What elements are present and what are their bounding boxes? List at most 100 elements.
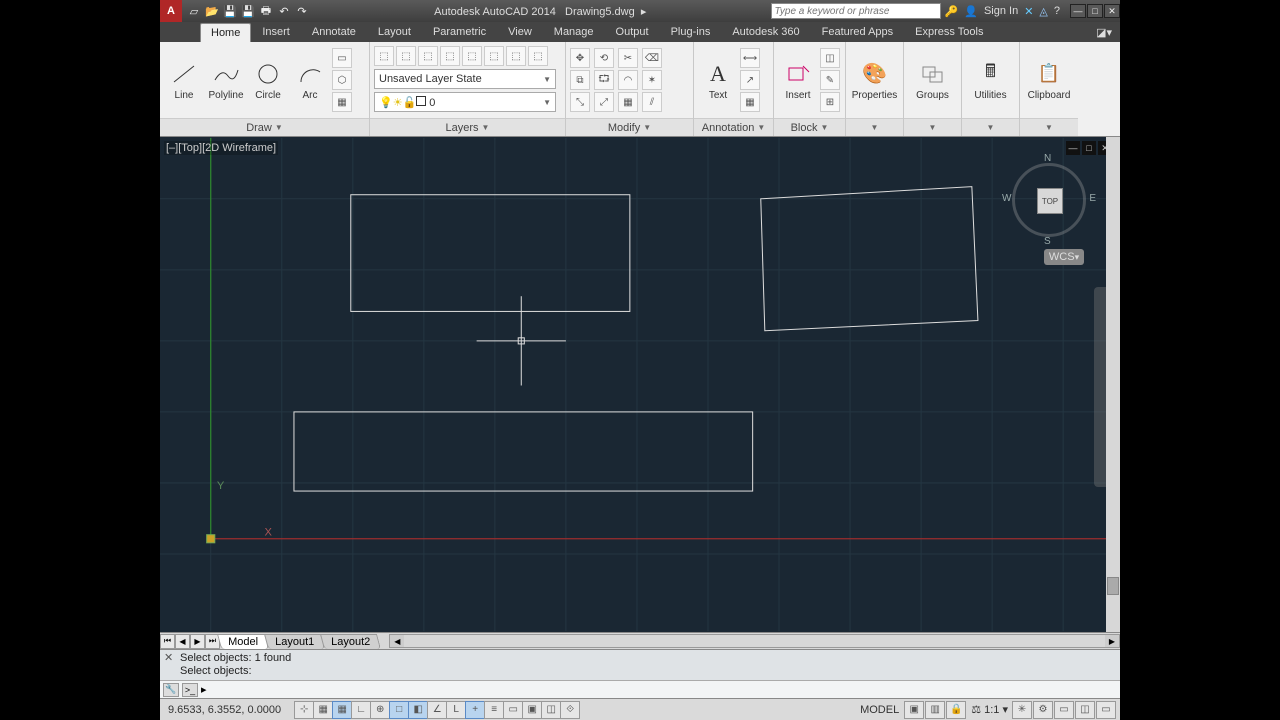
- layer-btn-6[interactable]: ⬚: [484, 46, 504, 66]
- status-btn-grid[interactable]: ▦: [332, 701, 352, 719]
- status-btn-sc[interactable]: ◫: [541, 701, 561, 719]
- tab-layout[interactable]: Layout: [367, 22, 422, 42]
- tab-featured[interactable]: Featured Apps: [811, 22, 905, 42]
- status-btn-qp[interactable]: ▣: [522, 701, 542, 719]
- tool-offset[interactable]: ⫽: [642, 92, 662, 112]
- sheet-prev-icon[interactable]: ◀: [175, 634, 190, 649]
- status-iso-icon[interactable]: ◫: [1075, 701, 1095, 719]
- open-icon[interactable]: 📂: [204, 3, 220, 19]
- layer-btn-1[interactable]: ⬚: [374, 46, 394, 66]
- tab-home[interactable]: Home: [200, 23, 251, 42]
- status-viewport-max-icon[interactable]: ▣: [904, 701, 924, 719]
- close-icon[interactable]: ✕: [1104, 4, 1120, 18]
- tab-plugins[interactable]: Plug-ins: [660, 22, 722, 42]
- panel-expand-groups[interactable]: ▼: [904, 118, 961, 136]
- status-scale[interactable]: ⚖ 1:1 ▾: [968, 703, 1011, 716]
- draw-flyout-1[interactable]: ▭: [332, 48, 352, 68]
- layer-btn-3[interactable]: ⬚: [418, 46, 438, 66]
- layer-btn-2[interactable]: ⬚: [396, 46, 416, 66]
- tab-annotate[interactable]: Annotate: [301, 22, 367, 42]
- viewcube-e[interactable]: E: [1089, 193, 1096, 204]
- tool-clipboard[interactable]: 📋Clipboard: [1029, 60, 1069, 101]
- tool-create-block[interactable]: ◫: [820, 48, 840, 68]
- cmd-customize-icon[interactable]: 🔧: [163, 683, 179, 697]
- new-icon[interactable]: ▱: [186, 3, 202, 19]
- tool-insert-block[interactable]: Insert: [778, 60, 818, 101]
- status-annoscale-icon[interactable]: 🔒: [946, 701, 966, 719]
- saveas-icon[interactable]: 💾: [240, 3, 256, 19]
- user-icon[interactable]: 👤: [964, 5, 978, 18]
- help-search-input[interactable]: [771, 3, 941, 19]
- cmd-prompt-icon[interactable]: >_: [182, 683, 198, 697]
- signin-label[interactable]: Sign In: [984, 5, 1018, 17]
- tool-mirror[interactable]: ⮔: [594, 70, 614, 90]
- sheet-first-icon[interactable]: ⏮: [160, 634, 175, 649]
- autodesk360-icon[interactable]: ◬: [1039, 5, 1047, 18]
- tool-move[interactable]: ✥: [570, 48, 590, 68]
- maximize-icon[interactable]: □: [1087, 4, 1103, 18]
- redo-icon[interactable]: ↷: [294, 3, 310, 19]
- viewport-label[interactable]: [–][Top][2D Wireframe]: [164, 141, 278, 155]
- vertical-scrollbar[interactable]: [1106, 137, 1120, 632]
- tool-copy[interactable]: ⧉: [570, 70, 590, 90]
- tool-groups[interactable]: Groups: [913, 60, 953, 101]
- save-icon[interactable]: 💾: [222, 3, 238, 19]
- viewcube-face[interactable]: TOP: [1037, 188, 1063, 214]
- status-btn-otrack[interactable]: ∠: [427, 701, 447, 719]
- command-input[interactable]: [210, 683, 510, 696]
- drawing-area[interactable]: [–][Top][2D Wireframe] — □ ✕ Y X: [160, 137, 1120, 632]
- tab-view[interactable]: View: [497, 22, 543, 42]
- coordinates-readout[interactable]: 9.6533, 6.3552, 0.0000: [160, 704, 289, 716]
- panel-title-layers[interactable]: Layers▼: [370, 118, 565, 136]
- tab-insert[interactable]: Insert: [251, 22, 301, 42]
- horizontal-scrollbar[interactable]: ◀▶: [389, 634, 1120, 648]
- panel-title-block[interactable]: Block▼: [774, 118, 845, 136]
- tool-text[interactable]: AText: [698, 60, 738, 101]
- tool-trim[interactable]: ✂: [618, 48, 638, 68]
- minimize-icon[interactable]: —: [1070, 4, 1086, 18]
- status-btn-dyn[interactable]: +: [465, 701, 485, 719]
- tool-fillet[interactable]: ◠: [618, 70, 638, 90]
- tool-explode[interactable]: ✶: [642, 70, 662, 90]
- panel-expand-properties[interactable]: ▼: [846, 118, 903, 136]
- tool-utilities[interactable]: 🖩Utilities: [971, 60, 1011, 101]
- status-btn-ducs[interactable]: L: [446, 701, 466, 719]
- help-icon[interactable]: ?: [1054, 5, 1060, 17]
- status-model-label[interactable]: MODEL: [856, 704, 903, 716]
- tool-polyline[interactable]: Polyline: [206, 60, 246, 101]
- layer-btn-5[interactable]: ⬚: [462, 46, 482, 66]
- tool-erase[interactable]: ⌫: [642, 48, 662, 68]
- panel-expand-utilities[interactable]: ▼: [962, 118, 1019, 136]
- app-logo[interactable]: A: [160, 0, 182, 22]
- sheet-layout1[interactable]: Layout1: [264, 634, 325, 649]
- layer-state-dropdown[interactable]: Unsaved Layer State▼: [374, 69, 556, 89]
- wcs-button[interactable]: WCS▾: [1044, 249, 1084, 265]
- undo-icon[interactable]: ↶: [276, 3, 292, 19]
- status-clean-icon[interactable]: ▭: [1096, 701, 1116, 719]
- cmd-close-icon[interactable]: ✕: [164, 652, 173, 665]
- tab-output[interactable]: Output: [605, 22, 660, 42]
- tool-edit-block[interactable]: ✎: [820, 70, 840, 90]
- layer-btn-4[interactable]: ⬚: [440, 46, 460, 66]
- tool-attr[interactable]: ⊞: [820, 92, 840, 112]
- status-btn-tpy[interactable]: ▭: [503, 701, 523, 719]
- tab-parametric[interactable]: Parametric: [422, 22, 497, 42]
- panel-expand-clipboard[interactable]: ▼: [1020, 118, 1078, 136]
- ribbon-options-icon[interactable]: ◪▾: [1088, 23, 1120, 42]
- tab-express[interactable]: Express Tools: [904, 22, 994, 42]
- viewcube-n[interactable]: N: [1044, 153, 1051, 164]
- status-btn-polar[interactable]: ⊕: [370, 701, 390, 719]
- status-quickview-icon[interactable]: ▥: [925, 701, 945, 719]
- tool-scale[interactable]: ⤢: [594, 92, 614, 112]
- status-annovis-icon[interactable]: ✳: [1012, 701, 1032, 719]
- tool-properties[interactable]: 🎨Properties: [855, 60, 895, 101]
- tool-rotate[interactable]: ⟲: [594, 48, 614, 68]
- tool-line[interactable]: Line: [164, 60, 204, 101]
- viewcube-s[interactable]: S: [1044, 236, 1051, 247]
- status-ws-icon[interactable]: ⚙: [1033, 701, 1053, 719]
- status-btn-infer[interactable]: ⊹: [294, 701, 314, 719]
- tool-circle[interactable]: Circle: [248, 60, 288, 101]
- status-hw-icon[interactable]: ▭: [1054, 701, 1074, 719]
- status-btn-3dosnap[interactable]: ◧: [408, 701, 428, 719]
- status-btn-lwt[interactable]: ≡: [484, 701, 504, 719]
